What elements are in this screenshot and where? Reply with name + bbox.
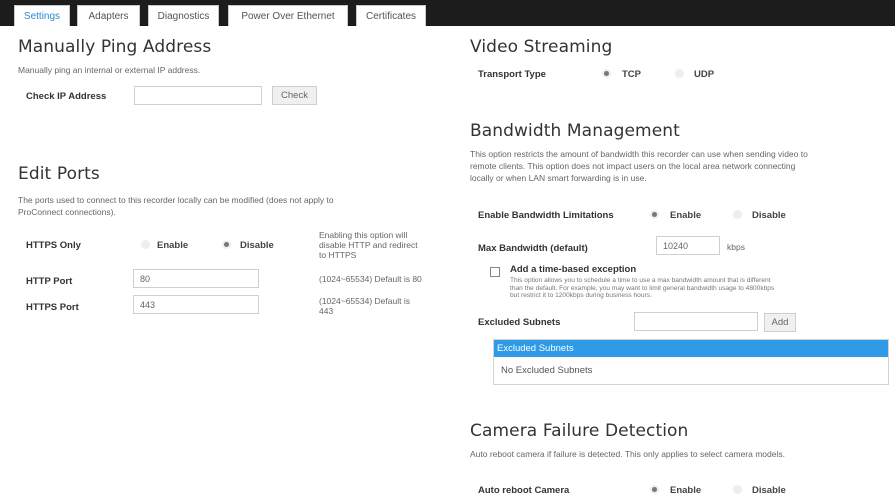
https-only-enable-label: Enable bbox=[157, 240, 189, 251]
https-port-hint-1: (1024~65534) Default is bbox=[319, 296, 410, 306]
check-button[interactable]: Check bbox=[272, 86, 317, 105]
time-exception-checkbox[interactable] bbox=[490, 267, 500, 277]
ping-description: Manually ping an internal or external IP… bbox=[18, 65, 201, 75]
http-port-input[interactable]: 80 bbox=[133, 269, 259, 288]
https-note-1: Enabling this option will bbox=[319, 230, 408, 240]
bandwidth-title: Bandwidth Management bbox=[470, 121, 680, 141]
max-bandwidth-unit: kbps bbox=[727, 242, 745, 252]
transport-udp-radio[interactable] bbox=[675, 69, 684, 78]
time-exception-help-3: but restrict it to 1200kbps during busin… bbox=[510, 292, 652, 299]
excluded-subnets-table-header: Excluded Subnets bbox=[494, 340, 888, 357]
excluded-subnets-input[interactable] bbox=[634, 312, 758, 331]
transport-type-label: Transport Type bbox=[478, 69, 546, 80]
https-port-label: HTTPS Port bbox=[26, 302, 79, 313]
excluded-subnets-empty-row: No Excluded Subnets bbox=[501, 365, 593, 376]
bandwidth-disable-radio[interactable] bbox=[733, 210, 742, 219]
excluded-subnets-table: Excluded Subnets No Excluded Subnets bbox=[493, 339, 889, 385]
https-port-hint-2: 443 bbox=[319, 306, 334, 316]
auto-reboot-enable-label: Enable bbox=[670, 485, 702, 496]
https-only-enable-radio[interactable] bbox=[141, 240, 150, 249]
http-port-label: HTTP Port bbox=[26, 276, 73, 287]
check-ip-input[interactable] bbox=[134, 86, 262, 105]
excluded-subnets-label: Excluded Subnets bbox=[478, 317, 561, 328]
camera-failure-title: Camera Failure Detection bbox=[470, 421, 689, 441]
bandwidth-description-2: remote clients. This option does not imp… bbox=[470, 161, 796, 171]
transport-tcp-radio[interactable] bbox=[602, 69, 611, 78]
transport-udp-label: UDP bbox=[694, 69, 715, 80]
time-exception-label: Add a time-based exception bbox=[510, 264, 637, 275]
ping-section-title: Manually Ping Address bbox=[18, 37, 212, 57]
max-bandwidth-label: Max Bandwidth (default) bbox=[478, 243, 588, 254]
https-only-label: HTTPS Only bbox=[26, 240, 81, 251]
bandwidth-disable-label: Disable bbox=[752, 210, 786, 221]
https-only-disable-radio[interactable] bbox=[222, 240, 231, 249]
time-exception-help-2: than the default. For example, you may w… bbox=[510, 284, 775, 292]
video-streaming-title: Video Streaming bbox=[470, 37, 613, 57]
max-bandwidth-input[interactable]: 10240 bbox=[656, 236, 720, 255]
edit-ports-description-2: ProConnect connections). bbox=[18, 207, 116, 217]
bandwidth-enable-label: Enable bbox=[670, 210, 702, 221]
bandwidth-description-1: This option restricts the amount of band… bbox=[470, 149, 808, 159]
bandwidth-limit-label: Enable Bandwidth Limitations bbox=[478, 210, 614, 221]
edit-ports-title: Edit Ports bbox=[18, 164, 100, 184]
tab-certificates[interactable]: Certificates bbox=[356, 5, 426, 26]
auto-reboot-label: Auto reboot Camera bbox=[478, 485, 570, 496]
tab-bar: Settings Adapters Diagnostics Power Over… bbox=[0, 0, 895, 26]
https-note-3: to HTTPS bbox=[319, 250, 357, 260]
https-port-input[interactable]: 443 bbox=[133, 295, 259, 314]
bandwidth-description-3: locally or when LAN smart forwarding is … bbox=[470, 173, 647, 183]
tab-power-over-ethernet[interactable]: Power Over Ethernet bbox=[228, 5, 348, 26]
add-subnet-button[interactable]: Add bbox=[764, 313, 796, 332]
auto-reboot-enable-radio[interactable] bbox=[650, 485, 659, 494]
edit-ports-description-1: The ports used to connect to this record… bbox=[18, 195, 334, 205]
tab-adapters[interactable]: Adapters bbox=[77, 5, 140, 26]
transport-tcp-label: TCP bbox=[622, 69, 641, 80]
bandwidth-enable-radio[interactable] bbox=[650, 210, 659, 219]
https-only-disable-label: Disable bbox=[240, 240, 274, 251]
auto-reboot-disable-label: Disable bbox=[752, 485, 786, 496]
tab-settings[interactable]: Settings bbox=[14, 5, 70, 26]
auto-reboot-disable-radio[interactable] bbox=[733, 485, 742, 494]
https-note-2: disable HTTP and redirect bbox=[319, 240, 418, 250]
check-ip-label: Check IP Address bbox=[26, 91, 107, 102]
camera-failure-description: Auto reboot camera if failure is detecte… bbox=[470, 449, 785, 459]
tab-diagnostics[interactable]: Diagnostics bbox=[148, 5, 219, 26]
time-exception-help-1: This option allows you to schedule a tim… bbox=[510, 277, 771, 284]
http-port-hint: (1024~65534) Default is 80 bbox=[319, 274, 422, 284]
